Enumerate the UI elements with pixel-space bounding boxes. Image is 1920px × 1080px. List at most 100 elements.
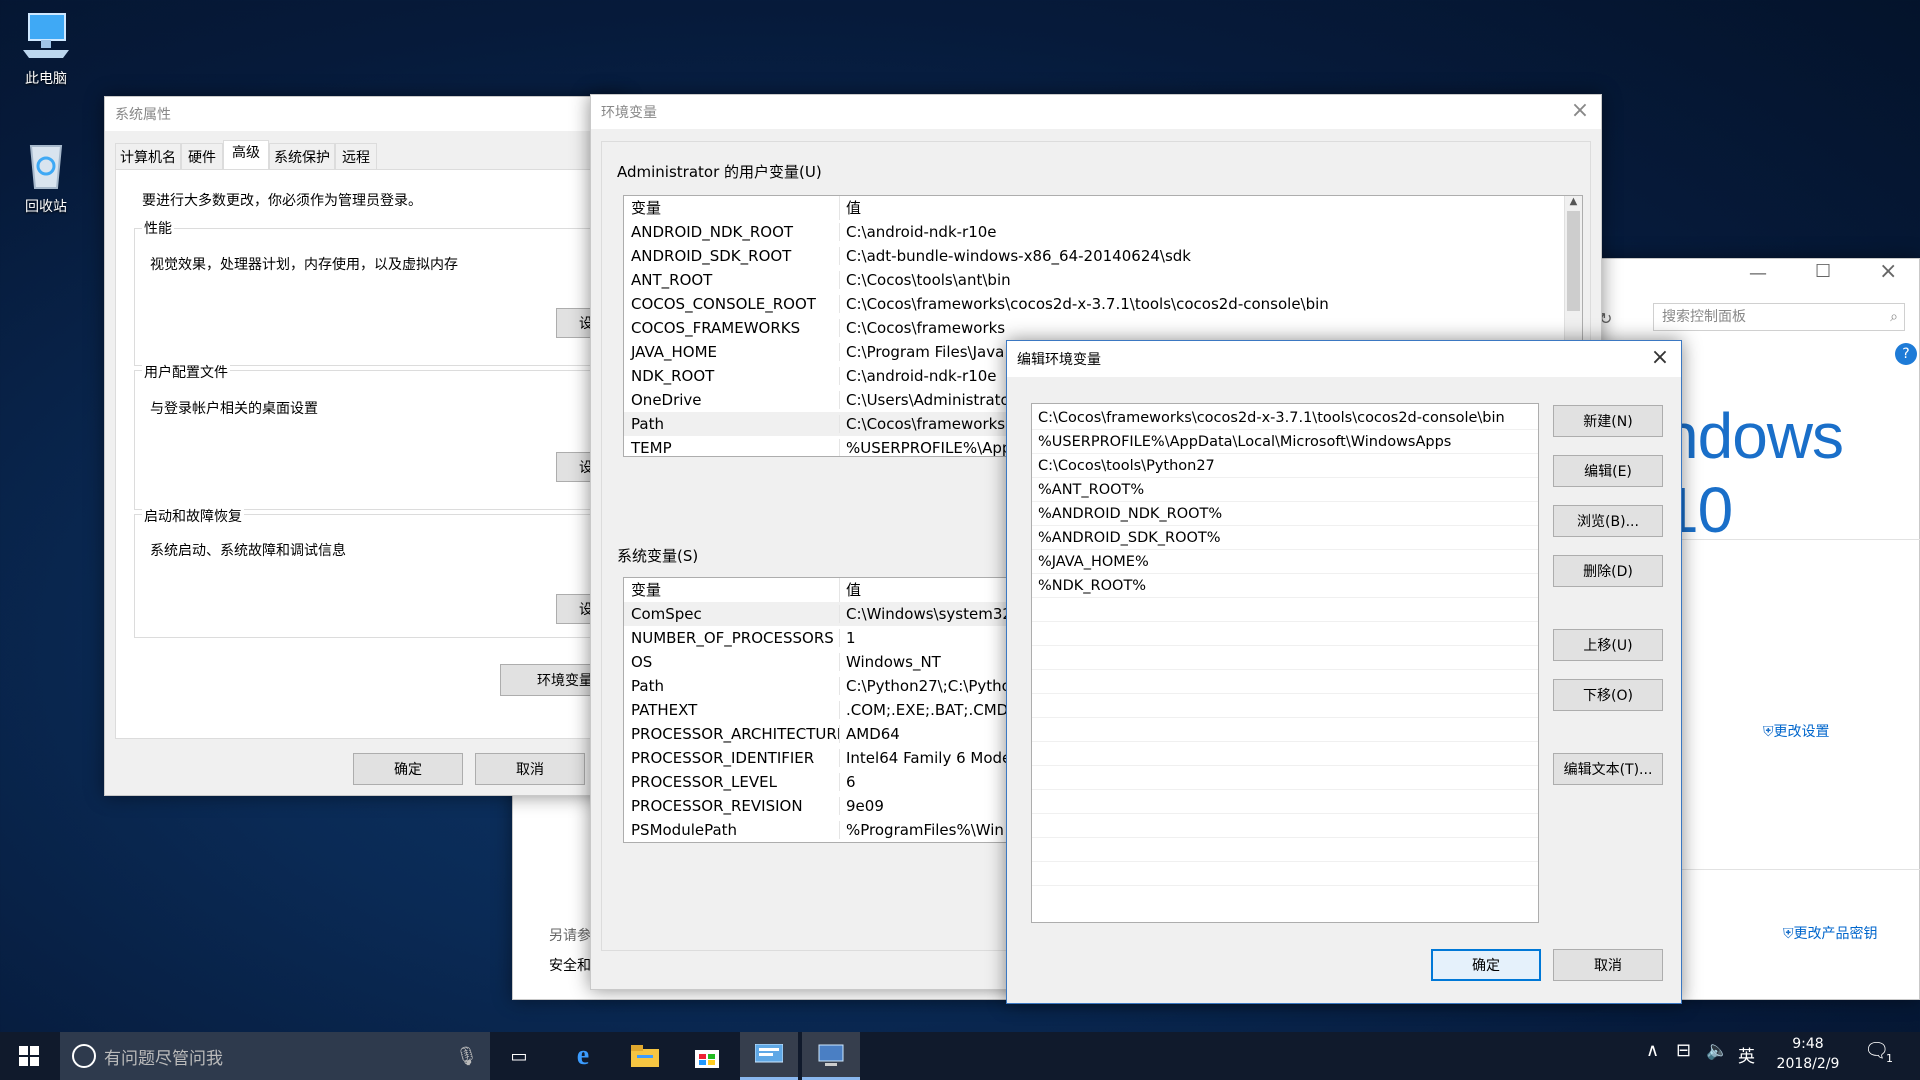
- browse-button[interactable]: 浏览(B)...: [1553, 505, 1663, 537]
- new-button[interactable]: 新建(N): [1553, 405, 1663, 437]
- var-name-cell: Path: [624, 677, 840, 695]
- move-up-button[interactable]: 上移(U): [1553, 629, 1663, 661]
- table-row[interactable]: ANT_ROOT C:\Cocos\tools\ant\bin: [624, 268, 1582, 292]
- ime-indicator[interactable]: 英: [1738, 1042, 1755, 1067]
- security-link[interactable]: 安全和: [549, 955, 591, 975]
- empty-row[interactable]: [1032, 766, 1538, 790]
- network-icon[interactable]: ⊟: [1676, 1040, 1691, 1061]
- task-view-button[interactable]: ▭: [490, 1032, 548, 1080]
- path-entries-list[interactable]: C:\Cocos\frameworks\cocos2d-x-3.7.1\tool…: [1031, 403, 1539, 923]
- table-row[interactable]: ANDROID_SDK_ROOT C:\adt-bundle-windows-x8…: [624, 244, 1582, 268]
- tab-panel: 要进行大多数更改，你必须作为管理员登录。 性能 视觉效果，处理器计划，内存使用，…: [115, 169, 636, 739]
- col-header-val[interactable]: 值: [840, 578, 861, 602]
- scrollbar-thumb[interactable]: [1567, 211, 1580, 311]
- empty-row[interactable]: [1032, 814, 1538, 838]
- var-name-cell: OS: [624, 653, 840, 671]
- empty-row[interactable]: [1032, 862, 1538, 886]
- tab-computer-name[interactable]: 计算机名: [115, 143, 181, 169]
- path-entry[interactable]: C:\Cocos\tools\Python27: [1032, 454, 1538, 478]
- scroll-up-icon[interactable]: ▲: [1565, 196, 1582, 207]
- shield-icon: ⛨: [1763, 724, 1774, 740]
- table-header: 变量 值: [624, 196, 1582, 220]
- clock[interactable]: 9:48 2018/2/9: [1768, 1034, 1848, 1074]
- path-entry[interactable]: C:\Cocos\frameworks\cocos2d-x-3.7.1\tool…: [1032, 406, 1538, 430]
- taskbar-control-panel[interactable]: [740, 1032, 798, 1080]
- tab-system-protection[interactable]: 系统保护: [269, 143, 335, 169]
- path-entry[interactable]: %ANT_ROOT%: [1032, 478, 1538, 502]
- taskbar-explorer[interactable]: [616, 1032, 674, 1080]
- change-product-key-link[interactable]: ⛨更改产品密钥: [1783, 923, 1878, 943]
- var-value-cell: C:\Windows\system32: [846, 605, 1012, 623]
- empty-row[interactable]: [1032, 790, 1538, 814]
- action-center-button[interactable]: 🗨 1: [1864, 1038, 1904, 1074]
- taskbar-store[interactable]: [678, 1032, 736, 1080]
- cancel-button[interactable]: 取消: [1553, 949, 1663, 981]
- profile-desc: 与登录帐户相关的桌面设置: [150, 401, 318, 417]
- edit-button[interactable]: 编辑(E): [1553, 455, 1663, 487]
- tab-remote[interactable]: 远程: [335, 143, 377, 169]
- ok-button[interactable]: 确定: [353, 753, 463, 785]
- microphone-icon[interactable]: 🎙: [455, 1046, 478, 1067]
- table-row[interactable]: COCOS_CONSOLE_ROOT C:\Cocos\frameworks\co…: [624, 292, 1582, 316]
- taskbar-search-box[interactable]: 有问题尽管问我 🎙: [60, 1032, 490, 1080]
- store-icon: [695, 1050, 719, 1068]
- edit-text-button[interactable]: 编辑文本(T)...: [1553, 753, 1663, 785]
- control-panel-icon: [755, 1043, 783, 1062]
- col-header-val[interactable]: 值: [840, 196, 861, 220]
- window-title: 环境变量: [601, 105, 657, 121]
- desktop-icon-computer[interactable]: 此电脑: [0, 10, 92, 88]
- notification-count: 1: [1886, 1052, 1893, 1065]
- system-properties-window: 系统属性 计算机名 硬件 高级 系统保护 远程 要进行大多数更改，你必须作为管理…: [104, 96, 636, 796]
- minimize-icon[interactable]: —: [1749, 263, 1767, 284]
- system-properties-titlebar: 系统属性: [105, 97, 623, 131]
- var-name-cell: ANDROID_SDK_ROOT: [624, 247, 840, 265]
- close-icon[interactable]: ×: [1649, 347, 1671, 370]
- col-header-var[interactable]: 变量: [624, 578, 840, 602]
- close-icon[interactable]: ×: [1879, 259, 1897, 284]
- cancel-button[interactable]: 取消: [475, 753, 585, 785]
- table-row[interactable]: ANDROID_NDK_ROOT C:\android-ndk-r10e: [624, 220, 1582, 244]
- desktop-icon-recycle-bin[interactable]: 回收站: [0, 138, 92, 216]
- windows10-logo-text: ndows 10: [1663, 400, 1844, 546]
- help-icon[interactable]: ?: [1895, 343, 1917, 365]
- empty-row[interactable]: [1032, 622, 1538, 646]
- table-row[interactable]: COCOS_FRAMEWORKS C:\Cocos\frameworks: [624, 316, 1582, 340]
- search-placeholder: 有问题尽管问我: [104, 1048, 223, 1069]
- var-name-cell: ComSpec: [624, 605, 840, 623]
- tab-advanced[interactable]: 高级: [223, 140, 269, 169]
- tab-hardware[interactable]: 硬件: [181, 143, 223, 169]
- var-value-cell: C:\android-ndk-r10e: [846, 367, 997, 385]
- empty-row[interactable]: [1032, 838, 1538, 862]
- move-down-button[interactable]: 下移(O): [1553, 679, 1663, 711]
- ok-button[interactable]: 确定: [1431, 949, 1541, 981]
- change-settings-link[interactable]: ⛨更改设置: [1763, 721, 1830, 741]
- maximize-icon[interactable]: ☐: [1815, 261, 1831, 282]
- show-hidden-icons-icon[interactable]: ∧: [1646, 1040, 1659, 1061]
- empty-row[interactable]: [1032, 646, 1538, 670]
- empty-row[interactable]: [1032, 598, 1538, 622]
- control-panel-search[interactable]: 搜索控制面板 ⌕: [1653, 303, 1905, 331]
- col-header-var[interactable]: 变量: [624, 196, 840, 220]
- var-value-cell: %USERPROFILE%\App: [846, 439, 1012, 457]
- taskbar-edge[interactable]: e: [554, 1032, 612, 1080]
- path-entry[interactable]: %ANDROID_SDK_ROOT%: [1032, 526, 1538, 550]
- empty-row[interactable]: [1032, 670, 1538, 694]
- recycle-bin-icon: [19, 138, 73, 192]
- close-icon[interactable]: ×: [1569, 100, 1591, 123]
- divider: [1663, 539, 1920, 540]
- taskbar-system-properties[interactable]: [802, 1032, 860, 1080]
- volume-icon[interactable]: 🔈: [1706, 1040, 1728, 1061]
- delete-button[interactable]: 删除(D): [1553, 555, 1663, 587]
- var-value-cell: C:\Cocos\frameworks: [846, 319, 1006, 337]
- path-entry[interactable]: %NDK_ROOT%: [1032, 574, 1538, 598]
- path-entry[interactable]: %ANDROID_NDK_ROOT%: [1032, 502, 1538, 526]
- empty-row[interactable]: [1032, 718, 1538, 742]
- start-button[interactable]: [0, 1032, 58, 1080]
- var-value-cell: C:\Cocos\frameworks\cocos2d-x-3.7.1\tool…: [846, 295, 1329, 313]
- empty-row[interactable]: [1032, 694, 1538, 718]
- path-entry[interactable]: %USERPROFILE%\AppData\Local\Microsoft\Wi…: [1032, 430, 1538, 454]
- empty-row[interactable]: [1032, 742, 1538, 766]
- var-value-cell: 6: [846, 773, 856, 791]
- var-name-cell: Path: [624, 415, 840, 433]
- path-entry[interactable]: %JAVA_HOME%: [1032, 550, 1538, 574]
